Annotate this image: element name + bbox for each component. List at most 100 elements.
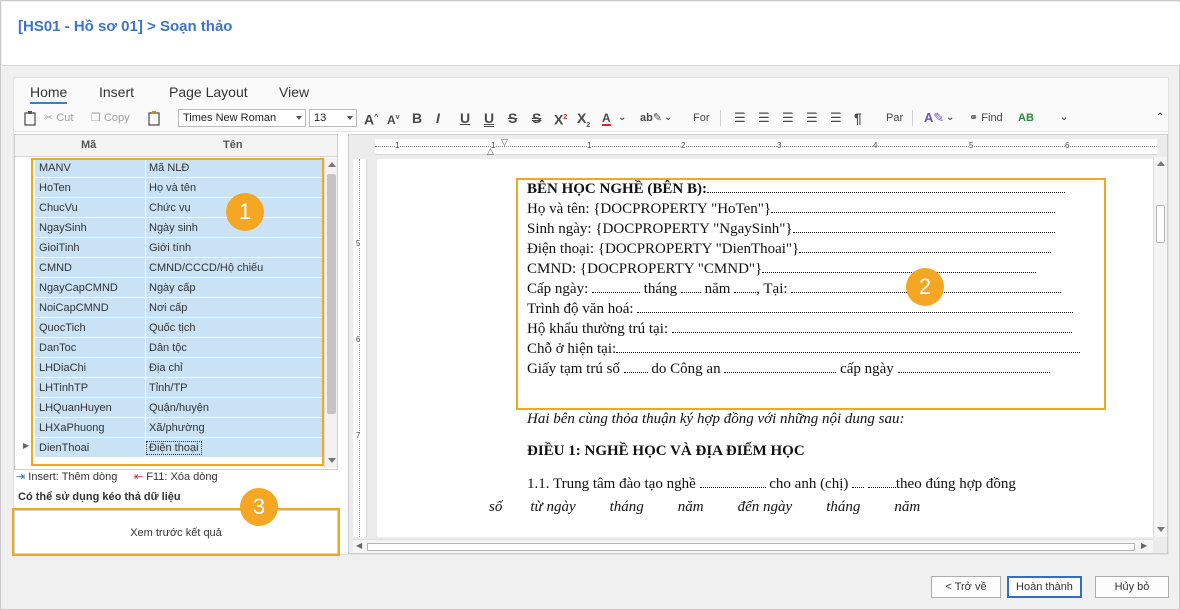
editor-vertical-scrollbar[interactable] (1153, 157, 1167, 537)
table-row[interactable]: LHDiaChi Địa chỉ (35, 358, 323, 378)
issue-text-a: Cấp ngày: (527, 281, 589, 297)
cell-ma: LHXaPhuong (39, 422, 105, 434)
table-row[interactable]: NgaySinh Ngày sinh (35, 218, 323, 238)
column-header-ten[interactable]: Tên (223, 139, 243, 151)
scroll-down-icon[interactable] (328, 458, 336, 463)
chevron-down-icon[interactable]: ⌄ (618, 109, 626, 127)
subscript-icon[interactable]: X2 (577, 109, 590, 135)
cancel-button[interactable]: Hủy bỏ (1095, 576, 1169, 598)
table-row[interactable]: DienThoai Điện thoại (35, 438, 323, 458)
clause2-text-f: tháng (826, 499, 861, 515)
chevron-down-icon[interactable]: ⌄ (664, 109, 672, 127)
horizontal-ruler[interactable]: 1 1 1 2 3 4 5 6 ▽ △ (375, 137, 1157, 157)
grow-font-icon[interactable]: A^ (364, 109, 378, 129)
dob-text: Sinh ngày: {DOCPROPERTY "NgaySinh"} (527, 221, 793, 237)
doc-line-issue: Cấp ngày: tháng năm , Tại: (527, 279, 1062, 299)
double-strikethrough-icon[interactable]: S (532, 109, 541, 127)
font-size-select[interactable]: 13 (309, 109, 357, 127)
chevron-down-icon[interactable]: ⌄ (946, 109, 954, 127)
clause2-text-c: tháng (609, 499, 644, 515)
chevron-down-icon[interactable]: ⌄ (1060, 109, 1068, 127)
scroll-down-icon[interactable] (1157, 527, 1165, 532)
underline-icon[interactable]: U (460, 109, 470, 127)
editor-scroll-thumb[interactable] (1156, 205, 1165, 243)
increase-indent-icon[interactable]: ☰ (830, 109, 842, 127)
pilcrow-icon[interactable]: ¶ (854, 109, 862, 127)
vertical-ruler[interactable]: 5 6 7 (353, 159, 367, 537)
table-row[interactable]: LHQuanHuyen Quận/huyện (35, 398, 323, 418)
tab-page-layout[interactable]: Page Layout (169, 84, 248, 100)
bold-icon[interactable]: B (412, 109, 422, 127)
document-page[interactable]: BÊN HỌC NGHỀ (BÊN B): Họ và tên: {DOCPRO… (377, 159, 1155, 537)
decrease-indent-icon[interactable]: ☰ (806, 109, 818, 127)
clause2-text-b: từ ngày (530, 499, 576, 515)
doc-line-residence: Chỗ ở hiện tại: (527, 339, 1081, 359)
clause-text-a: 1.1. Trung tâm đào tạo nghề (527, 476, 696, 492)
left-indent-marker-icon[interactable]: △ (487, 146, 494, 157)
table-row[interactable]: CMND CMND/CCCD/Hộ chiếu (35, 258, 323, 278)
doc-line-phone: Điện thoại: {DOCPROPERTY "DienThoai"} (527, 239, 1052, 259)
chevron-down-icon (296, 116, 302, 120)
cut-button[interactable]: ✂ Cut (44, 108, 73, 128)
table-row[interactable]: MANV Mã NLĐ (35, 158, 323, 178)
vruler-number: 6 (356, 335, 361, 344)
bullet-list-icon[interactable]: ☰ (734, 109, 746, 127)
scroll-up-icon[interactable] (1157, 161, 1165, 166)
collapse-ribbon-icon[interactable]: ⌃ (1156, 109, 1164, 127)
find-button[interactable]: ⚭ Find (969, 108, 1003, 128)
page-title: [HS01 - Hồ sơ 01] > Soạn thảo (18, 18, 233, 35)
table-row[interactable]: DanToc Dân tộc (35, 338, 323, 358)
table-row[interactable]: NoiCapCMND Nơi cấp (35, 298, 323, 318)
copy-button[interactable]: ❐ Copy (91, 108, 130, 128)
heading-text: BÊN HỌC NGHỀ (BÊN B): (527, 181, 708, 197)
id-text: CMND: {DOCPROPERTY "CMND"} (527, 261, 763, 277)
table-row[interactable]: ChucVu Chức vụ (35, 198, 323, 218)
back-button[interactable]: < Trở về (931, 576, 1001, 598)
paragraph-group-label[interactable]: Par (886, 108, 903, 128)
table-row[interactable]: QuocTich Quốc tịch (35, 318, 323, 338)
highlight-icon[interactable]: ab✎ (640, 109, 662, 127)
editor-hscroll-thumb[interactable] (367, 543, 1135, 551)
indent-marker-icon[interactable]: ▽ (501, 137, 508, 148)
ruler-number: 1 (395, 141, 400, 150)
strikethrough-icon[interactable]: S (508, 109, 517, 127)
grid-scroll-thumb[interactable] (327, 174, 336, 414)
cell-ma: CMND (39, 262, 72, 274)
numbered-list-icon[interactable]: ☰ (758, 109, 770, 127)
cell-ma: NgaySinh (39, 222, 87, 234)
toolbar-divider (912, 110, 913, 126)
italic-icon[interactable]: I (436, 109, 440, 127)
scroll-right-icon[interactable]: ▶ (1141, 541, 1147, 550)
double-underline-icon[interactable]: U (484, 109, 494, 127)
paste-special-icon[interactable] (146, 110, 162, 126)
column-header-ma[interactable]: Mã (81, 139, 96, 151)
superscript-icon[interactable]: X2 (554, 109, 567, 129)
multilevel-list-icon[interactable]: ☰ (782, 109, 794, 127)
table-row[interactable]: GioiTinh Giới tính (35, 238, 323, 258)
table-row[interactable]: LHXaPhuong Xã/phường (35, 418, 323, 438)
preview-result-box[interactable]: Xem trước kết quả (14, 510, 338, 554)
shrink-font-icon[interactable]: Av (387, 109, 400, 129)
doc-line-dob: Sinh ngày: {DOCPROPERTY "NgaySinh"} (527, 219, 1055, 239)
format-group-label[interactable]: For (693, 108, 710, 128)
tab-home[interactable]: Home (30, 84, 68, 104)
scroll-left-icon[interactable]: ◀ (356, 541, 362, 550)
scroll-up-icon[interactable] (328, 162, 336, 167)
editor-horizontal-scrollbar[interactable]: ◀ ▶ (353, 539, 1153, 553)
styles-icon[interactable]: A✎ (924, 109, 944, 127)
tab-view[interactable]: View (279, 84, 309, 100)
doc-line-id: CMND: {DOCPROPERTY "CMND"} (527, 259, 1037, 279)
ribbon-tabs: Home Insert Page Layout View (14, 78, 1168, 104)
font-name-select[interactable]: Times New Roman (178, 109, 306, 127)
paste-icon[interactable] (22, 110, 38, 126)
ruler-number: 4 (873, 141, 878, 150)
finish-button[interactable]: Hoàn thành (1007, 576, 1082, 598)
table-row[interactable]: LHTinhTP Tỉnh/TP (35, 378, 323, 398)
font-color-icon[interactable]: A (602, 109, 611, 126)
tab-insert[interactable]: Insert (99, 84, 134, 100)
cell-ten: CMND/CCCD/Hộ chiếu (149, 262, 264, 274)
table-row[interactable]: NgayCapCMND Ngày cấp (35, 278, 323, 298)
table-row[interactable]: HoTen Họ và tên (35, 178, 323, 198)
grid-scrollbar[interactable] (324, 158, 337, 468)
replace-icon[interactable]: AB (1018, 109, 1034, 127)
